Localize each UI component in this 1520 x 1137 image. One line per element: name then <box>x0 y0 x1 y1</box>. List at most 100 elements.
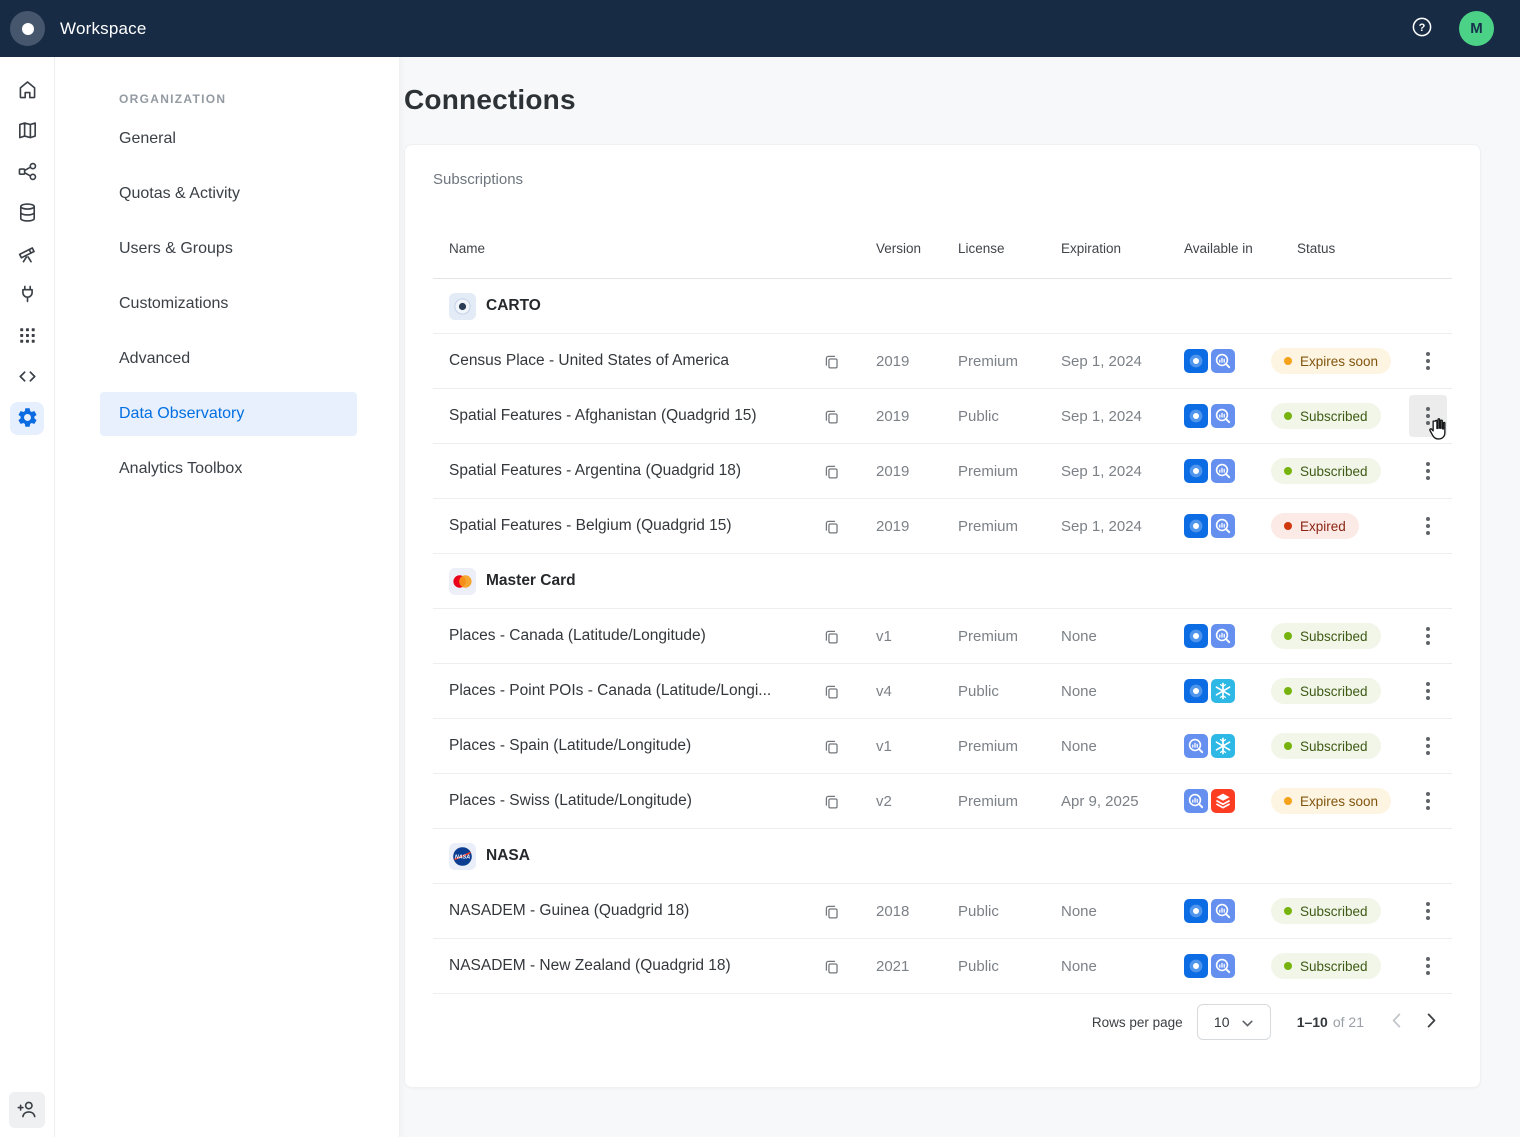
row-menu-button[interactable] <box>1409 505 1447 547</box>
status-badge: Subscribed <box>1271 733 1381 759</box>
sidebar-item-analytics-toolbox[interactable]: Analytics Toolbox <box>55 441 399 496</box>
copy-icon[interactable] <box>823 738 840 755</box>
available-in-cell <box>1184 734 1271 758</box>
rows-per-page-label: Rows per page <box>1092 1015 1183 1030</box>
available-in-cell <box>1184 789 1271 813</box>
connections-icon <box>16 283 39 309</box>
workflows-rail-button[interactable] <box>10 156 44 189</box>
developers-icon <box>16 365 39 391</box>
dataset-version: v4 <box>876 683 958 700</box>
row-menu-button[interactable] <box>1409 340 1447 382</box>
row-menu-button[interactable] <box>1409 670 1447 712</box>
table-row: Places - Swiss (Latitude/Longitude)v2Pre… <box>433 774 1452 829</box>
help-icon: ? <box>1410 15 1434 42</box>
carto-provider-logo <box>449 293 476 320</box>
sidebar-item-quotas-activity[interactable]: Quotas & Activity <box>55 166 399 221</box>
developers-rail-button[interactable] <box>10 361 44 394</box>
status-badge: Subscribed <box>1271 403 1381 429</box>
nasa-provider-logo: NASA <box>449 843 476 870</box>
sidebar-item-data-observatory[interactable]: Data Observatory <box>55 386 399 441</box>
bigquery-icon <box>1184 734 1208 758</box>
dataset-expiration: Sep 1, 2024 <box>1061 408 1184 425</box>
copy-icon[interactable] <box>823 683 840 700</box>
subscriptions-table-body: CARTOCensus Place - United States of Ame… <box>433 279 1452 994</box>
sidebar-section-label: ORGANIZATION <box>55 87 399 111</box>
bigquery-icon <box>1211 459 1235 483</box>
row-menu-button[interactable] <box>1409 780 1447 822</box>
copy-icon[interactable] <box>823 408 840 425</box>
dataset-name: NASADEM - New Zealand (Quadgrid 18) <box>433 957 823 975</box>
dataset-name: Spatial Features - Afghanistan (Quadgrid… <box>433 407 823 425</box>
bigquery-icon <box>1211 954 1235 978</box>
dataset-name: Places - Point POIs - Canada (Latitude/L… <box>433 682 823 700</box>
group-row-nasa: NASA NASA <box>433 829 1452 884</box>
copy-icon[interactable] <box>823 958 840 975</box>
connections-rail-button[interactable] <box>10 279 44 312</box>
row-menu-button[interactable] <box>1409 725 1447 767</box>
dataset-name: Places - Spain (Latitude/Longitude) <box>433 737 823 755</box>
copy-icon[interactable] <box>823 353 840 370</box>
table-row: Places - Canada (Latitude/Longitude)v1Pr… <box>433 609 1452 664</box>
copy-icon[interactable] <box>823 518 840 535</box>
available-in-cell <box>1184 349 1271 373</box>
snowflake-icon <box>1211 679 1235 703</box>
group-name: NASA <box>486 847 530 865</box>
table-row: NASADEM - New Zealand (Quadgrid 18)2021P… <box>433 939 1452 994</box>
carto-data-warehouse-icon <box>1184 624 1208 648</box>
dataset-name: Places - Canada (Latitude/Longitude) <box>433 627 823 645</box>
available-in-cell <box>1184 514 1271 538</box>
available-in-cell <box>1184 679 1271 703</box>
copy-icon[interactable] <box>823 903 840 920</box>
settings-sidebar: ORGANIZATION GeneralQuotas & ActivityUse… <box>55 57 400 1137</box>
dataset-expiration: None <box>1061 903 1184 920</box>
dataset-license: Premium <box>958 518 1061 535</box>
dataset-version: 2018 <box>876 903 958 920</box>
data-icon <box>16 201 39 227</box>
sidebar-item-general[interactable]: General <box>55 111 399 166</box>
row-menu-button[interactable] <box>1409 450 1447 492</box>
previous-page-button[interactable] <box>1388 1009 1405 1035</box>
chevron-left-icon <box>1392 1013 1401 1031</box>
workspace-title: Workspace <box>60 19 147 39</box>
row-menu-button[interactable] <box>1409 395 1447 437</box>
copy-icon[interactable] <box>823 628 840 645</box>
group-name: Master Card <box>486 572 576 590</box>
home-rail-button[interactable] <box>10 74 44 107</box>
rows-per-page-select[interactable]: 10 <box>1197 1004 1271 1040</box>
column-header-license: License <box>958 241 1061 256</box>
sidebar-item-users-groups[interactable]: Users & Groups <box>55 221 399 276</box>
data-rail-button[interactable] <box>10 197 44 230</box>
help-button[interactable]: ? <box>1410 15 1434 42</box>
copy-icon[interactable] <box>823 463 840 480</box>
sidebar-item-advanced[interactable]: Advanced <box>55 331 399 386</box>
applications-icon <box>16 324 39 350</box>
data-explorer-rail-button[interactable] <box>10 238 44 271</box>
rows-per-page-value: 10 <box>1214 1014 1230 1030</box>
available-in-cell <box>1184 954 1271 978</box>
settings-rail-button[interactable] <box>10 402 44 435</box>
databricks-icon <box>1211 789 1235 813</box>
dataset-version: v1 <box>876 628 958 645</box>
group-name: CARTO <box>486 297 541 315</box>
row-menu-button[interactable] <box>1409 945 1447 987</box>
dataset-license: Premium <box>958 353 1061 370</box>
workflows-icon <box>16 160 39 186</box>
column-header-expiration: Expiration <box>1061 241 1184 256</box>
dataset-expiration: None <box>1061 958 1184 975</box>
add-user-button[interactable] <box>9 1092 45 1128</box>
status-badge: Subscribed <box>1271 953 1381 979</box>
row-menu-button[interactable] <box>1409 890 1447 932</box>
status-badge: Expires soon <box>1271 348 1391 374</box>
maps-rail-button[interactable] <box>10 115 44 148</box>
status-badge: Subscribed <box>1271 678 1381 704</box>
applications-rail-button[interactable] <box>10 320 44 353</box>
copy-icon[interactable] <box>823 793 840 810</box>
row-menu-button[interactable] <box>1409 615 1447 657</box>
bigquery-icon <box>1184 789 1208 813</box>
dataset-version: 2019 <box>876 353 958 370</box>
sidebar-item-customizations[interactable]: Customizations <box>55 276 399 331</box>
avatar[interactable]: M <box>1459 11 1494 46</box>
dataset-expiration: None <box>1061 683 1184 700</box>
bigquery-icon <box>1211 514 1235 538</box>
next-page-button[interactable] <box>1423 1009 1440 1035</box>
